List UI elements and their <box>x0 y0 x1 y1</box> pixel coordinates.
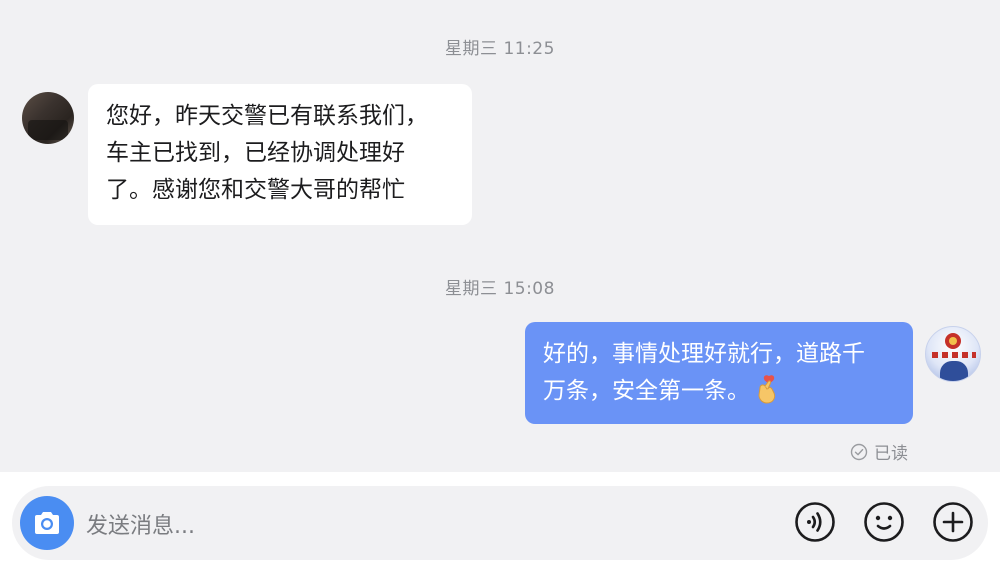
message-timestamp: 星期三 11:25 <box>445 39 555 59</box>
message-timestamp: 星期三 15:08 <box>445 279 555 299</box>
message-input[interactable]: 发送消息... <box>86 508 195 540</box>
read-status: 已读 <box>850 439 908 464</box>
message-line: 了。感谢您和交警大哥的帮忙 <box>106 177 405 203</box>
finger-heart-icon <box>758 375 776 404</box>
user-avatar[interactable] <box>925 326 981 382</box>
plus-icon <box>933 502 973 542</box>
voice-icon <box>795 502 835 542</box>
voice-button[interactable] <box>794 501 836 543</box>
read-status-label: 已读 <box>874 444 908 464</box>
camera-button[interactable] <box>20 496 74 550</box>
read-check-icon <box>850 443 868 460</box>
emoji-face-icon <box>864 502 904 542</box>
outgoing-message-bubble[interactable]: 好的，事情处理好就行，道路千 万条，安全第一条。 <box>525 322 913 424</box>
message-line: 车主已找到，已经协调处理好 <box>106 140 405 166</box>
contact-avatar[interactable] <box>22 92 74 144</box>
message-line: 万条，安全第一条。 <box>543 378 750 404</box>
emoji-button[interactable] <box>863 501 905 543</box>
message-line: 好的，事情处理好就行，道路千 <box>543 341 865 367</box>
incoming-message-bubble[interactable]: 您好，昨天交警已有联系我们， 车主已找到，已经协调处理好 了。感谢您和交警大哥的… <box>88 84 472 225</box>
camera-icon <box>35 512 59 534</box>
message-line-last: 万条，安全第一条。 <box>543 373 895 410</box>
more-button[interactable] <box>932 501 974 543</box>
message-line: 您好，昨天交警已有联系我们， <box>106 103 428 129</box>
